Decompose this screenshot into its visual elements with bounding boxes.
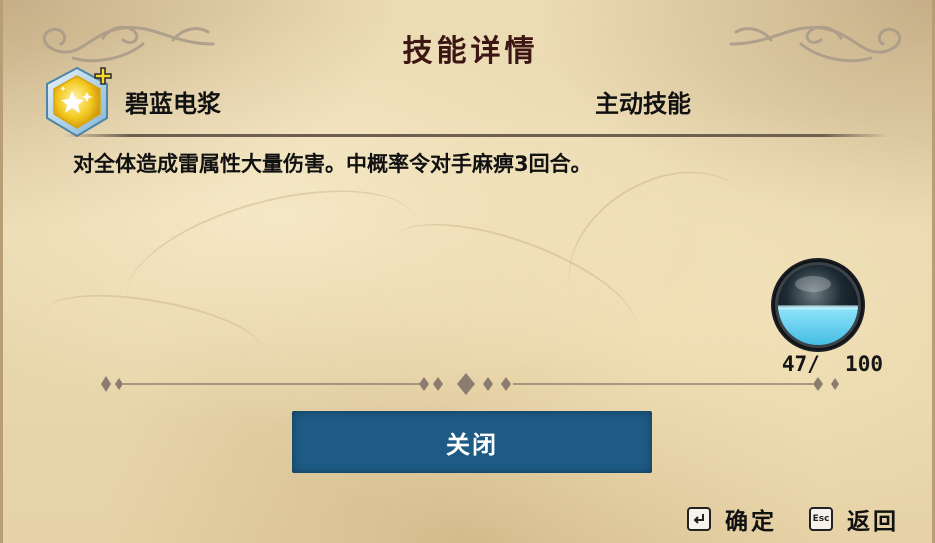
skill-type: 主动技能 (595, 90, 691, 118)
enter-key-icon (687, 507, 711, 531)
header-divider (63, 134, 889, 137)
parchment-panel: 技能详情 碧蓝电浆 主动技能 对全体造成雷属性大量伤害。中概率令对手麻痹3回合。 (0, 0, 935, 543)
section-divider (101, 373, 839, 395)
close-button[interactable]: 关闭 (292, 411, 652, 473)
lightning-star-hexagon-icon (46, 66, 112, 138)
skill-description: 对全体造成雷属性大量伤害。中概率令对手麻痹3回合。 (73, 152, 592, 176)
skill-name: 碧蓝电浆 (125, 90, 221, 118)
dialog-title: 技能详情 (402, 34, 539, 69)
resource-orb (771, 258, 865, 352)
back-hint[interactable]: Esc 返回 (809, 502, 899, 536)
confirm-hint[interactable]: 确定 (687, 502, 777, 536)
back-label: 返回 (847, 509, 899, 535)
resource-surface (778, 305, 858, 310)
confirm-label: 确定 (725, 509, 777, 535)
esc-key-icon: Esc (809, 507, 833, 531)
